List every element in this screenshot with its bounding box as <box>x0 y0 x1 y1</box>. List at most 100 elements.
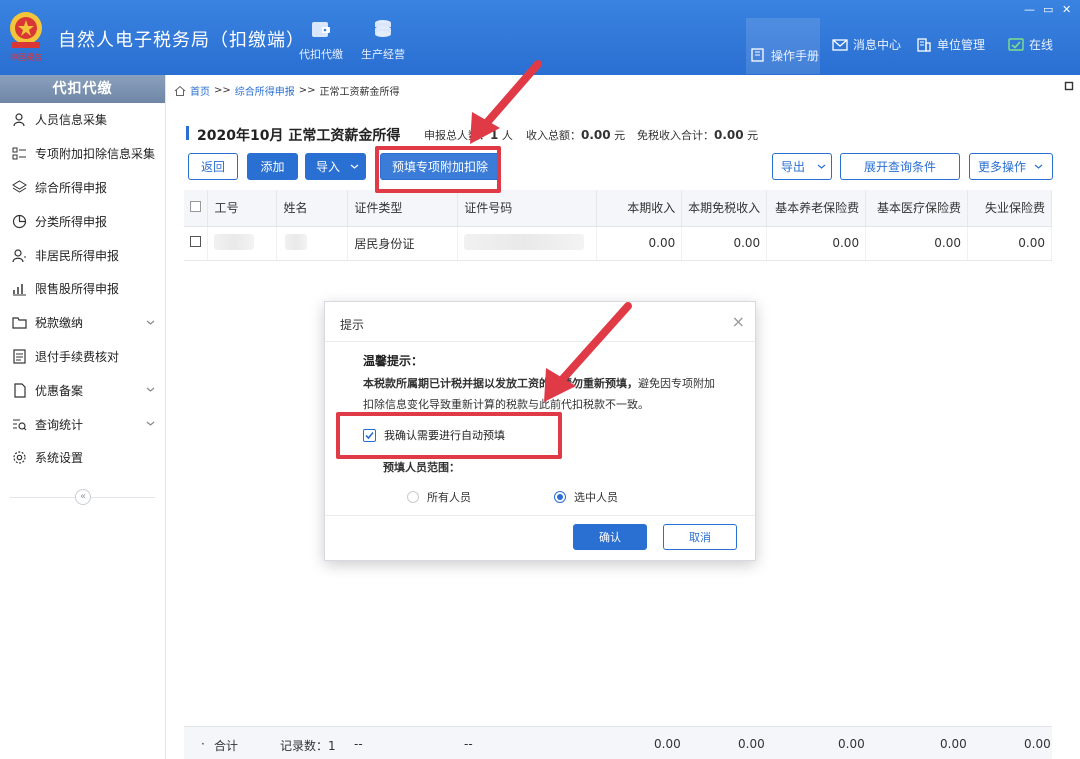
table-footer-row: · 合计 记录数：1 -- -- 0.00 0.00 0.00 0.00 0.0… <box>184 726 1052 759</box>
manual-button[interactable]: 操作手册 <box>746 18 820 74</box>
dialog-footer-divider <box>325 515 755 516</box>
close-icon[interactable]: × <box>732 312 745 331</box>
page-title-row: 2020年10月 正常工资薪金所得 <box>186 125 400 145</box>
confirm-button[interactable]: 确认 <box>573 524 647 550</box>
sidebar-item-label: 人员信息采集 <box>35 113 108 128</box>
column-header[interactable]: 基本养老保险费 <box>766 190 867 227</box>
nav-business[interactable]: 生产经营 <box>348 18 418 62</box>
sidebar-item-tax-payment[interactable]: 税款缴纳 <box>0 306 165 340</box>
column-header[interactable]: 本期免税收入 <box>681 190 768 227</box>
bar-chart-icon <box>13 284 26 296</box>
column-header[interactable]: 本期收入 <box>596 190 683 227</box>
sidebar-item-label: 非居民所得申报 <box>35 248 120 263</box>
chevron-down-icon <box>146 387 155 393</box>
page-title: 2020年10月 正常工资薪金所得 <box>197 128 401 144</box>
auto-prefill-confirm-checkbox[interactable]: 我确认需要进行自动预填 <box>363 427 505 443</box>
radio-selected-people[interactable]: 选中人员 <box>554 489 618 505</box>
online-label: 在线 <box>1029 38 1054 52</box>
add-button[interactable]: 添加 <box>247 153 298 180</box>
id-type-cell: 居民身份证 <box>347 226 459 261</box>
message-center-button[interactable]: 消息中心 <box>832 36 901 53</box>
column-header[interactable]: 证件号码 <box>457 190 598 227</box>
sidebar-item-label: 优惠备案 <box>35 383 84 398</box>
breadcrumb-current: 正常工资薪金所得 <box>319 87 400 98</box>
summary-income: 收入总额：0.00 元 <box>526 127 625 143</box>
back-button[interactable]: 返回 <box>188 153 238 180</box>
column-header[interactable]: 工号 <box>207 190 278 227</box>
radio-all-people[interactable]: 所有人员 <box>407 489 471 505</box>
footer-unemployment-total: 0.00 <box>1024 737 1051 751</box>
pension-cell: 0.00 <box>766 226 867 261</box>
footer-pension-total: 0.00 <box>838 737 865 751</box>
select-all-cell[interactable] <box>184 190 209 227</box>
sidebar-item-personnel[interactable]: 人员信息采集 <box>0 103 165 137</box>
redacted-value <box>285 233 308 250</box>
sidebar-item-preferential[interactable]: 优惠备案 <box>0 373 165 407</box>
more-actions-label: 更多操作 <box>978 160 1027 174</box>
expand-query-button[interactable]: 展开查询条件 <box>840 153 960 180</box>
sidebar-item-label: 限售股所得申报 <box>35 282 120 297</box>
breadcrumb-comprehensive[interactable]: 综合所得申报 <box>235 83 295 98</box>
import-dropdown[interactable]: 导入 <box>305 153 366 180</box>
online-status[interactable]: 在线 <box>1008 36 1053 53</box>
sidebar-item-settings[interactable]: 系统设置 <box>0 441 165 475</box>
confirm-checkbox-label: 我确认需要进行自动预填 <box>384 429 505 442</box>
column-header[interactable]: 失业保险费 <box>967 190 1052 227</box>
summary-exempt-label: 免税收入合计： <box>637 129 714 142</box>
app-title: 自然人电子税务局（扣缴端） <box>58 30 305 51</box>
footer-income-total: 0.00 <box>654 737 681 751</box>
nav-withholding[interactable]: 代扣代缴 <box>286 18 356 62</box>
radio-selected-icon[interactable] <box>554 491 566 503</box>
chevron-down-icon <box>146 320 155 325</box>
column-header[interactable]: 姓名 <box>276 190 349 227</box>
sidebar-item-label: 退付手续费核对 <box>35 349 120 364</box>
minimize-button[interactable]: — <box>1024 3 1035 16</box>
sidebar-item-comprehensive[interactable]: 综合所得申报 <box>0 171 165 205</box>
close-window-button[interactable]: ✕ <box>1062 3 1071 16</box>
column-header[interactable]: 证件类型 <box>347 190 459 227</box>
unit-management-button[interactable]: 单位管理 <box>916 36 985 53</box>
building-icon <box>917 37 931 52</box>
search-list-icon <box>13 419 27 430</box>
sidebar-item-fee-check[interactable]: 退付手续费核对 <box>0 340 165 374</box>
chevron-down-icon <box>1034 164 1043 169</box>
summary-people-label: 申报总人数： <box>424 129 490 142</box>
more-actions-dropdown[interactable]: 更多操作 <box>969 153 1053 180</box>
coins-icon <box>375 20 391 37</box>
id-number-cell <box>457 226 598 261</box>
sidebar-item-query[interactable]: 查询统计 <box>0 407 165 441</box>
redacted-value <box>214 233 255 250</box>
sidebar-item-restricted-stock[interactable]: 限售股所得申报 <box>0 272 165 306</box>
select-all-checkbox[interactable] <box>190 200 202 212</box>
message-center-label: 消息中心 <box>853 38 902 52</box>
breadcrumb-home[interactable]: 首页 <box>190 83 210 98</box>
row-select-cell[interactable] <box>184 226 209 261</box>
footer-total: 合计 <box>214 739 239 753</box>
panel-close-icon[interactable] <box>1064 81 1074 91</box>
chevron-down-icon <box>350 164 359 169</box>
radio-unselected-icon[interactable] <box>407 491 419 503</box>
table-row[interactable]: 居民身份证 0.00 0.00 0.00 0.00 0.00 <box>184 226 1052 261</box>
sidebar-item-special-deduction[interactable]: 专项附加扣除信息采集 <box>0 137 165 171</box>
import-label: 导入 <box>316 160 341 174</box>
breadcrumb-separator: >> <box>214 85 231 96</box>
sidebar-item-classified[interactable]: 分类所得申报 <box>0 204 165 238</box>
sidebar-item-label: 税款缴纳 <box>35 316 84 331</box>
unemployment-cell: 0.00 <box>967 226 1052 261</box>
person-icon <box>13 113 25 127</box>
checkbox-checked-icon[interactable] <box>363 428 376 442</box>
export-dropdown[interactable]: 导出 <box>772 153 832 180</box>
summary-people-unit: 人 <box>501 129 513 142</box>
row-checkbox[interactable] <box>190 236 202 247</box>
sidebar-collapse-button[interactable]: « <box>75 489 91 505</box>
name-cell <box>276 226 349 261</box>
tax-emblem-logo: 中国税务 <box>10 12 42 62</box>
warm-tip-title: 温馨提示： <box>363 354 424 368</box>
footer-dash: -- <box>464 737 473 751</box>
prefill-special-deduction-button[interactable]: 预填专项附加扣除 <box>380 153 500 180</box>
cancel-button[interactable]: 取消 <box>663 524 737 550</box>
column-header[interactable]: 基本医疗保险费 <box>865 190 968 227</box>
sidebar-item-nonresident[interactable]: 非居民所得申报 <box>0 238 165 272</box>
prefill-confirm-dialog: 提示 × 温馨提示： 本税款所属期已计税并据以发放工资的，请勿重新预填，避免因专… <box>324 301 756 561</box>
maximize-button[interactable]: ▭ <box>1043 3 1053 16</box>
